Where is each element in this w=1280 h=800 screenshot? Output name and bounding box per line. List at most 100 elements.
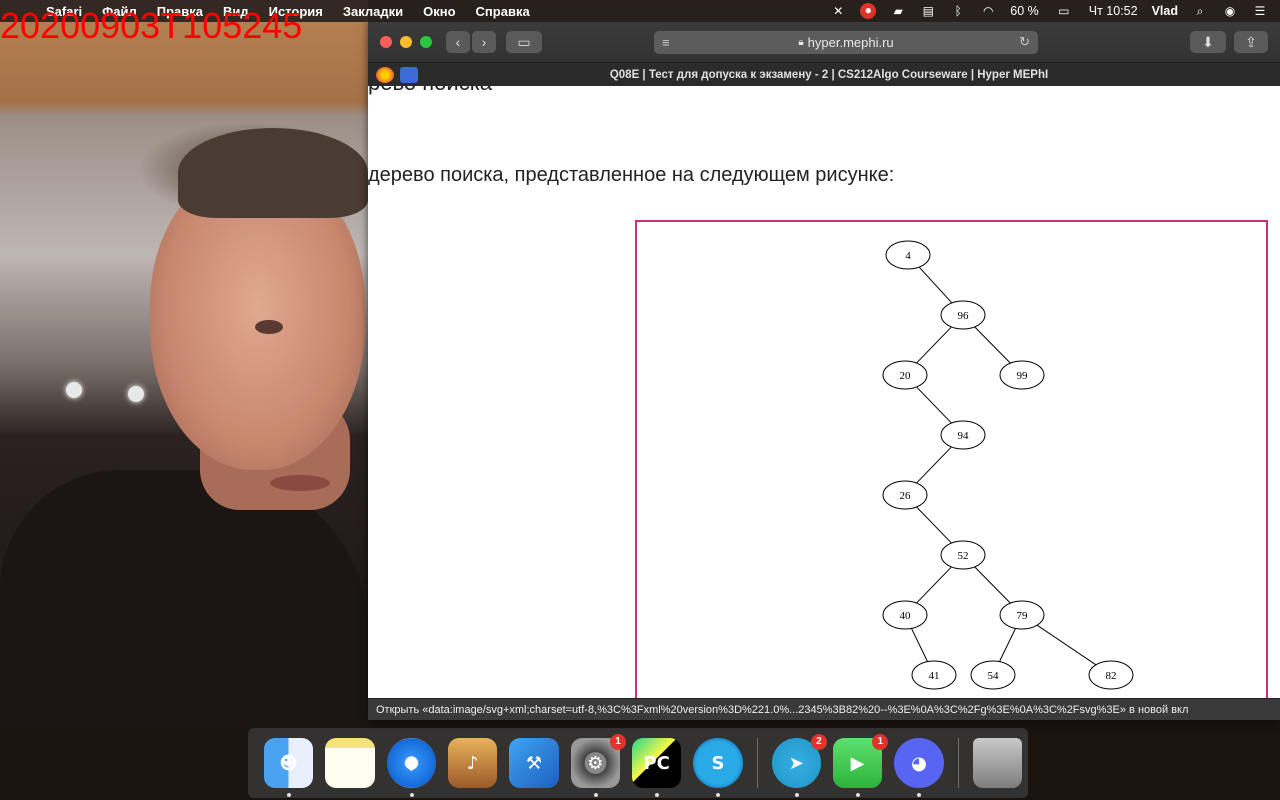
tree-node-label: 26 xyxy=(900,490,912,502)
close-window-button[interactable] xyxy=(380,36,392,48)
status-bar: Открыть «data:image/svg+xml;charset=utf-… xyxy=(368,698,1280,720)
sidebar-button[interactable]: ▭ xyxy=(506,31,542,53)
tool-icon[interactable]: ✕ xyxy=(830,4,846,18)
webcam-feed xyxy=(0,0,368,728)
menu-help[interactable]: Справка xyxy=(466,4,540,19)
tree-node-label: 94 xyxy=(958,430,970,442)
favicon-bookmark-1[interactable] xyxy=(376,66,394,83)
running-indicator xyxy=(855,793,860,797)
tree-node-20: 20 xyxy=(882,360,928,390)
tree-node-96: 96 xyxy=(940,300,986,330)
lamp-light xyxy=(66,382,82,398)
tree-node-label: 41 xyxy=(929,670,940,682)
system-preferences-icon: ⚙ xyxy=(587,752,604,774)
tree-node-label: 82 xyxy=(1106,670,1117,682)
browser-toolbar: ‹ › ▭ ≡ 🔒︎ hyper.mephi.ru ↻ ⬇ ⇪ xyxy=(368,22,1280,62)
tree-node-54: 54 xyxy=(970,660,1016,690)
tree-edge-52-40 xyxy=(916,566,952,604)
dock-app-notes[interactable] xyxy=(325,738,375,788)
dock-app-facetime[interactable]: ▶ 1 xyxy=(832,734,889,797)
tree-edge-40-41 xyxy=(911,628,928,662)
person-mouth xyxy=(270,475,330,491)
chevron-right-icon: › xyxy=(481,34,487,50)
lamp-light xyxy=(128,386,144,402)
dock-separator xyxy=(756,738,758,788)
tab-bar: Q08E | Тест для допуска к экзамену - 2 |… xyxy=(368,62,1280,86)
battery-percent[interactable]: 60 % xyxy=(1010,4,1039,18)
dock-app-skype[interactable]: S xyxy=(693,738,743,797)
chevron-left-icon: ‹ xyxy=(455,34,461,50)
running-indicator xyxy=(794,793,799,797)
dock-app-trash[interactable] xyxy=(972,738,1022,788)
tree-node-label: 20 xyxy=(900,370,912,382)
bluetooth-icon[interactable]: ᛒ xyxy=(950,4,966,18)
running-indicator xyxy=(917,793,922,797)
person-hair xyxy=(178,128,368,218)
running-indicator xyxy=(287,793,291,797)
facetime-icon: ▶ xyxy=(850,752,865,774)
tree-node-79: 79 xyxy=(999,600,1045,630)
skype-icon: S xyxy=(711,752,725,774)
tree-node-26: 26 xyxy=(882,480,928,510)
tree-node-label: 40 xyxy=(900,610,912,622)
dock-app-pycharm[interactable]: PC xyxy=(631,738,682,797)
tree-node-label: 99 xyxy=(1017,370,1029,382)
running-indicator xyxy=(716,793,721,797)
xcode-icon: ⚒ xyxy=(525,752,543,774)
dock-app-xcode[interactable]: ⚒ xyxy=(509,738,559,788)
page-content: рево поиска дерево поиска, представленно… xyxy=(368,86,1280,720)
search-icon[interactable]: ⌕ xyxy=(1192,4,1208,18)
notification-center-icon[interactable]: ☰ xyxy=(1252,4,1268,18)
address-bar[interactable]: ≡ 🔒︎ hyper.mephi.ru ↻ xyxy=(654,31,1038,54)
tree-figure[interactable]: 4 96 20 99 94 26 52 40 79 41 54 82 xyxy=(635,220,1268,720)
tree-node-99: 99 xyxy=(999,360,1045,390)
share-icon: ⇪ xyxy=(1245,33,1257,50)
tree-node-52: 52 xyxy=(940,540,986,570)
menu-bookmarks[interactable]: Закладки xyxy=(333,4,413,19)
message-icon[interactable]: ▰ xyxy=(890,4,906,18)
sidebar-icon: ▭ xyxy=(517,33,531,50)
favicon-bookmark-2[interactable] xyxy=(400,66,418,83)
dock: ☻ ◈ ♪ ⚒ ⚙ 1 PC S ➤ 2 ▶ 1 ◕ xyxy=(248,728,1028,798)
menu-window[interactable]: Окно xyxy=(413,4,465,19)
url-text: hyper.mephi.ru xyxy=(807,35,894,50)
battery-icon[interactable]: ▭ xyxy=(1053,4,1075,18)
tree-node-label: 96 xyxy=(958,310,970,322)
siri-icon[interactable]: ◉ xyxy=(1222,4,1238,18)
reload-icon[interactable]: ↻ xyxy=(1019,34,1030,50)
reader-icon[interactable]: ≡ xyxy=(662,35,670,50)
tab-title[interactable]: Q08E | Тест для допуска к экзамену - 2 |… xyxy=(438,69,1280,81)
dock-app-telegram[interactable]: ➤ 2 xyxy=(771,734,827,797)
flag-icon[interactable]: ▤ xyxy=(920,4,936,18)
safari-icon: ◈ xyxy=(404,752,419,774)
tree-node-label: 54 xyxy=(988,670,1000,682)
tree-node-41: 41 xyxy=(911,660,957,690)
back-button[interactable]: ‹ xyxy=(446,31,470,53)
tree-node-label: 79 xyxy=(1017,610,1029,622)
share-button[interactable]: ⇪ xyxy=(1234,31,1268,53)
app-status-icon[interactable]: ● xyxy=(860,3,877,19)
tree-edge-20-94 xyxy=(916,386,952,424)
tree-edge-94-26 xyxy=(916,446,952,484)
tree-edge-96-20 xyxy=(916,326,952,364)
notification-badge: 2 xyxy=(810,734,827,750)
downloads-button[interactable]: ⬇ xyxy=(1190,31,1226,53)
clock[interactable]: Чт 10:52 xyxy=(1089,4,1138,18)
dock-app-finder[interactable]: ☻ xyxy=(264,738,314,797)
person-eye xyxy=(255,320,283,334)
user-name[interactable]: Vlad xyxy=(1152,4,1178,18)
minimize-window-button[interactable] xyxy=(400,36,412,48)
dock-app-system-preferences[interactable]: ⚙ 1 xyxy=(570,734,626,797)
tree-node-4: 4 xyxy=(885,240,931,270)
download-icon: ⬇ xyxy=(1202,33,1214,50)
forward-button[interactable]: › xyxy=(472,31,496,53)
wifi-icon[interactable]: ◠ xyxy=(980,4,996,18)
tree-edge-79-82 xyxy=(1036,624,1097,666)
dock-app-safari[interactable]: ◈ xyxy=(386,738,436,797)
dock-app-discord[interactable]: ◕ xyxy=(894,738,944,797)
tree-node-94: 94 xyxy=(940,420,986,450)
notification-badge: 1 xyxy=(609,734,626,750)
page-heading: рево поиска xyxy=(368,86,492,96)
zoom-window-button[interactable] xyxy=(420,36,432,48)
dock-app-garageband[interactable]: ♪ xyxy=(447,738,498,788)
